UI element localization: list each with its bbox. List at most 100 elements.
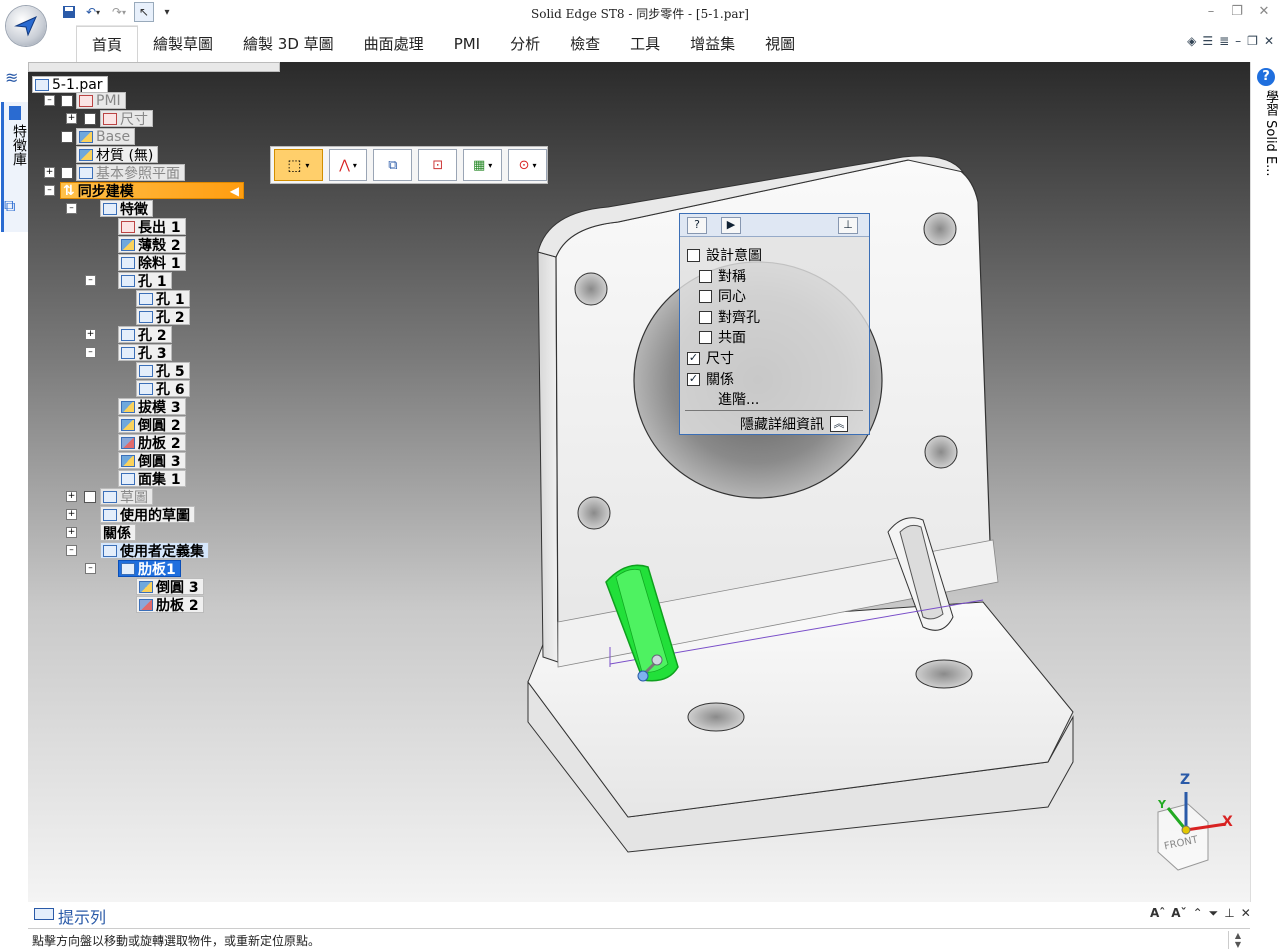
tab-view[interactable]: 視圖 <box>750 26 810 62</box>
help-icon[interactable]: ? <box>687 217 707 234</box>
tab-analysis[interactable]: 分析 <box>495 26 555 62</box>
visibility-checkbox[interactable] <box>61 167 73 179</box>
tree-item-used-sketches[interactable]: 使用的草圖 <box>100 506 195 524</box>
move-button[interactable]: ⋀ ▾ <box>328 149 368 181</box>
font-increase-icon[interactable]: Aˆ <box>1150 906 1165 921</box>
expand-toggle[interactable]: + <box>66 527 77 538</box>
pin-icon[interactable]: ⊥ <box>1224 906 1234 921</box>
tree-item-thin-wall[interactable]: 薄殼 2 <box>118 236 186 254</box>
tree-item-hole-3-a[interactable]: 孔 5 <box>136 362 190 380</box>
pattern-button[interactable]: ▦ ▾ <box>463 149 503 181</box>
minimize-icon[interactable]: – <box>1200 4 1222 20</box>
tree-item-hole-3-b[interactable]: 孔 6 <box>136 380 190 398</box>
checkbox-relations[interactable]: ✓ <box>687 372 700 386</box>
checkbox-dimensions[interactable]: ✓ <box>687 351 700 365</box>
tree-item-extrude[interactable]: 長出 1 <box>118 218 186 236</box>
checkbox-concentric[interactable] <box>699 289 712 303</box>
tree-item-features[interactable]: 特徵 <box>100 200 153 218</box>
option-symmetric[interactable]: 對稱 <box>699 266 746 286</box>
copy-button[interactable]: ⧉ <box>373 149 413 181</box>
option-relations[interactable]: ✓ 關係 <box>687 369 734 389</box>
visibility-checkbox[interactable] <box>84 491 96 503</box>
option-design-intent[interactable]: 設計意圖 <box>687 245 762 265</box>
doc-close-icon[interactable]: ✕ <box>1264 34 1274 48</box>
checkbox-aligned-hole[interactable] <box>699 310 712 324</box>
teamcenter-icon[interactable]: ⧉ <box>4 196 15 216</box>
tree-item-round-2[interactable]: 倒圓 2 <box>118 416 186 434</box>
doc-minimize-icon[interactable]: – <box>1235 34 1241 48</box>
tab-addins[interactable]: 增益集 <box>675 26 750 62</box>
tree-item-hole-1[interactable]: 孔 1 <box>118 272 172 290</box>
options-menu-icon[interactable]: ⏷ <box>1209 906 1219 921</box>
tree-item-material[interactable]: 材質 (無) <box>76 146 159 164</box>
tree-item-hole-1-a[interactable]: 孔 1 <box>136 290 190 308</box>
tree-item-sketches[interactable]: 草圖 <box>100 488 153 506</box>
visibility-checkbox[interactable] <box>61 131 73 143</box>
close-icon[interactable]: ✕ <box>1253 4 1275 20</box>
expand-toggle[interactable]: – <box>44 95 55 106</box>
hide-details-button[interactable]: 隱藏詳細資訊 ︽ <box>740 414 848 434</box>
expand-toggle[interactable]: – <box>66 203 77 214</box>
relation-button[interactable]: ⊙ ▾ <box>508 149 547 181</box>
view-cube[interactable]: Z Y X FRONT <box>1138 772 1228 882</box>
option-aligned-hole[interactable]: 對齊孔 <box>699 307 760 327</box>
tree-item-rib-1-set[interactable]: 肋板1 <box>118 560 181 578</box>
advanced-link[interactable]: 進階... <box>718 389 759 409</box>
tree-item-hole-2[interactable]: 孔 2 <box>118 326 172 344</box>
tree-item-rib-2[interactable]: 肋板 2 <box>118 434 186 452</box>
tree-item-relations[interactable]: 關係 <box>100 524 136 542</box>
play-icon[interactable]: ▶ <box>721 217 741 234</box>
restore-icon[interactable]: ❐ <box>1226 4 1248 20</box>
expand-toggle[interactable]: – <box>85 563 96 574</box>
tab-pmi[interactable]: PMI <box>439 26 495 62</box>
visibility-checkbox[interactable] <box>61 95 73 107</box>
tree-item-hole-1-b[interactable]: 孔 2 <box>136 308 190 326</box>
tree-item-set-round-3[interactable]: 倒圓 3 <box>136 578 204 596</box>
tree-item-set-rib-2[interactable]: 肋板 2 <box>136 596 204 614</box>
expand-toggle[interactable]: + <box>66 509 77 520</box>
checkbox-design-intent[interactable] <box>687 248 700 262</box>
expand-toggle[interactable]: – <box>85 275 96 286</box>
tree-item-face-set[interactable]: 面集 1 <box>118 470 186 488</box>
tree-item-user-sets[interactable]: 使用者定義集 <box>100 542 209 560</box>
tree-item-sync-modeling[interactable]: ⇅ 同步建模 ◀ <box>60 182 244 200</box>
collapse-up-icon[interactable]: ⌃ <box>1193 906 1203 921</box>
tree-item-round-3[interactable]: 倒圓 3 <box>118 452 186 470</box>
help-book-icon[interactable]: ◈ <box>1187 34 1196 48</box>
tree-item-pmi[interactable]: PMI <box>76 92 126 109</box>
tab-home[interactable]: 首頁 <box>76 26 139 63</box>
options-icon[interactable]: ☰ <box>1202 34 1213 48</box>
layout-icon[interactable]: ≣ <box>1219 34 1229 48</box>
option-dimensions[interactable]: ✓ 尺寸 <box>687 348 734 368</box>
tree-item-base[interactable]: Base <box>76 128 136 145</box>
expand-toggle[interactable]: + <box>66 491 77 502</box>
tab-tools[interactable]: 工具 <box>615 26 675 62</box>
pin-icon[interactable]: ⊥ <box>838 217 858 234</box>
tree-item-cutout[interactable]: 除料 1 <box>118 254 186 272</box>
tree-item-ref-planes[interactable]: 基本參照平面 <box>76 164 185 182</box>
tab-surfacing[interactable]: 曲面處理 <box>349 26 439 62</box>
option-concentric[interactable]: 同心 <box>699 286 746 306</box>
option-coplanar[interactable]: 共面 <box>699 327 746 347</box>
help-icon[interactable]: ? <box>1257 68 1275 86</box>
checkbox-symmetric[interactable] <box>699 269 712 283</box>
tree-item-hole-3[interactable]: 孔 3 <box>118 344 172 362</box>
tree-item-draft[interactable]: 拔模 3 <box>118 398 186 416</box>
expand-toggle[interactable]: + <box>85 329 96 340</box>
expand-toggle[interactable]: + <box>66 113 77 124</box>
font-decrease-icon[interactable]: Aˇ <box>1171 906 1186 921</box>
layers-icon[interactable]: ≋ <box>5 68 18 87</box>
expand-toggle[interactable]: – <box>85 347 96 358</box>
pathfinder-resize-handle[interactable] <box>28 62 280 72</box>
tab-3d-sketch[interactable]: 繪製 3D 草圖 <box>228 26 349 62</box>
tab-sketch[interactable]: 繪製草圖 <box>138 26 228 62</box>
expand-toggle[interactable]: – <box>66 545 77 556</box>
expand-toggle[interactable]: – <box>44 185 55 196</box>
close-icon[interactable]: ✕ <box>1241 906 1251 921</box>
prompt-scrollbar[interactable]: ▲ ▼ <box>1228 931 1247 949</box>
tree-item-dimension[interactable]: 尺寸 <box>100 110 153 128</box>
tree-root[interactable]: 5-1.par <box>32 76 108 93</box>
selection-mode-button[interactable]: ⬚ ▾ <box>274 149 323 181</box>
checkbox-coplanar[interactable] <box>699 330 712 344</box>
visibility-checkbox[interactable] <box>84 113 96 125</box>
